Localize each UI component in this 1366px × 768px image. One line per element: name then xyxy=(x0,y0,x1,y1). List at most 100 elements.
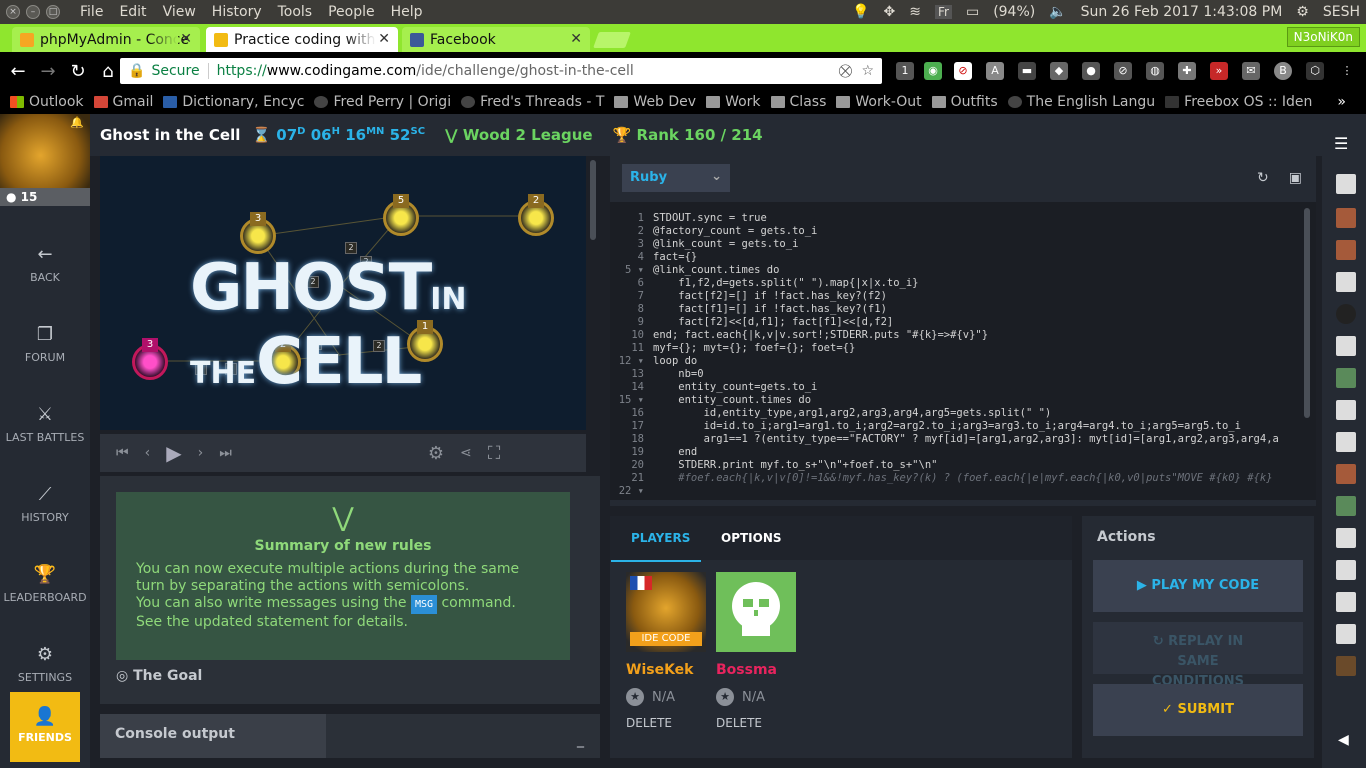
bookmark-outlook[interactable]: Outlook xyxy=(10,94,84,110)
code-line[interactable]: fact[f1]=[] if !fact.has_key?(f1) xyxy=(653,303,1308,316)
play-my-code-button[interactable]: ▶ PLAY MY CODE xyxy=(1093,560,1303,612)
bookmarks-more-icon[interactable]: » xyxy=(1337,94,1346,110)
code-line[interactable]: STDERR.print myf.to_s+"\n"+foef.to_s+"\n… xyxy=(653,459,1308,472)
friend-avatar[interactable] xyxy=(1336,272,1356,292)
bookmark-folder-workout[interactable]: Work-Out xyxy=(836,94,922,110)
friend-avatar[interactable] xyxy=(1336,464,1356,484)
goal-heading[interactable]: ◎ The Goal xyxy=(116,668,202,684)
code-area[interactable]: 1 2 3 4 5 ▾ 6 7 8 9 10 11 12 ▾ 13 14 15 ▾ 1… xyxy=(610,202,1316,500)
forward-arrow-icon[interactable]: → xyxy=(36,61,60,82)
code-line[interactable]: entity_count.times do xyxy=(653,394,1308,407)
bookmark-fredsthreads[interactable]: Fred's Threads - T xyxy=(461,94,604,110)
game-viewer[interactable]: 3 5 2 2 1 3 2 2 2 2 2 2 2 GHOSTIN THECEL… xyxy=(100,156,586,430)
browser-profile[interactable]: N3oNiK0n xyxy=(1286,27,1360,47)
code-line[interactable]: id,entity_type,arg1,arg2,arg3,arg4,arg5=… xyxy=(653,407,1308,420)
code-line[interactable]: STDOUT.sync = true xyxy=(653,212,1308,225)
code-line[interactable]: @link_count = gets.to_i xyxy=(653,238,1308,251)
player-avatar[interactable] xyxy=(716,572,796,652)
user-name[interactable]: SESH xyxy=(1323,4,1360,20)
volume-icon[interactable]: 🔈 xyxy=(1049,4,1066,20)
rank-badge[interactable]: 🏆 Rank 160 / 214 xyxy=(613,126,763,144)
settings-icon[interactable]: ⚙ xyxy=(1296,4,1309,20)
bookmark-dictionary[interactable]: Dictionary, Encyc xyxy=(163,94,304,110)
keyboard-layout-indicator[interactable]: Fr xyxy=(934,5,952,19)
maximize-editor-icon[interactable]: ▣ xyxy=(1289,170,1302,186)
replay-same-conditions-button[interactable]: ↻ REPLAY IN SAME CONDITIONS xyxy=(1093,622,1303,689)
friend-avatar[interactable] xyxy=(1336,174,1356,194)
code-line[interactable]: fact[f2]=[] if !fact.has_key?(f2) xyxy=(653,290,1308,303)
site-permissions-icon[interactable]: ⛒ xyxy=(839,64,852,79)
code-line[interactable] xyxy=(653,485,1308,498)
console-output-tab[interactable]: Console output xyxy=(100,714,326,758)
extension-puzzle-icon[interactable]: ✚ xyxy=(1178,62,1196,80)
previous-frame-icon[interactable]: ‹ xyxy=(145,445,151,461)
new-tab-button[interactable] xyxy=(593,32,631,48)
code-line[interactable]: f1,f2,d=gets.split(" ").map{|x|x.to_i} xyxy=(653,277,1308,290)
delete-player-button[interactable]: DELETE xyxy=(716,716,796,730)
collapse-sidebar-icon[interactable]: ◀ xyxy=(1338,732,1349,748)
extension-adblock-icon[interactable]: A xyxy=(986,62,1004,80)
friend-avatar[interactable] xyxy=(1336,560,1356,580)
nav-history[interactable]: ⟋ HISTORY xyxy=(0,484,90,524)
hamburger-menu-icon[interactable]: ☰ xyxy=(1334,134,1348,153)
battery-icon[interactable]: ▭ xyxy=(966,4,979,20)
menu-history[interactable]: History xyxy=(212,4,262,20)
code-line[interactable]: myf={}; myt={}; foef={}; foet={} xyxy=(653,342,1308,355)
minimize-window-icon[interactable]: – xyxy=(26,5,40,19)
code-line[interactable]: @factory_count = gets.to_i xyxy=(653,225,1308,238)
bookmark-folder-webdev[interactable]: Web Dev xyxy=(614,94,696,110)
nav-back[interactable]: ← BACK xyxy=(0,244,90,284)
nav-settings[interactable]: ⚙ SETTINGS xyxy=(0,644,90,684)
reload-icon[interactable]: ↻ xyxy=(66,61,90,82)
extension-red-icon[interactable]: » xyxy=(1210,62,1228,80)
first-frame-icon[interactable]: ⏮ xyxy=(116,445,129,461)
player-avatar[interactable]: IDE CODE xyxy=(626,572,706,652)
tab-codingame[interactable]: Practice coding with ✕ xyxy=(206,27,398,52)
friend-avatar[interactable] xyxy=(1336,496,1356,516)
league-badge[interactable]: ⋁ Wood 2 League xyxy=(445,126,593,144)
bookmark-freebox[interactable]: Freebox OS :: Iden xyxy=(1165,94,1312,110)
editor-scrollbar[interactable] xyxy=(1304,208,1310,418)
code-line[interactable]: end; fact.each{|k,v|v.sort!;STDERR.puts … xyxy=(653,329,1308,342)
extension-mail-icon[interactable]: ✉ xyxy=(1242,62,1260,80)
code-line[interactable]: @link_count.times do xyxy=(653,264,1308,277)
language-select[interactable]: Ruby ⌄ xyxy=(622,164,730,192)
bookmark-folder-class[interactable]: Class xyxy=(770,94,826,110)
share-icon[interactable]: ⋖ xyxy=(460,445,472,461)
extension-b-icon[interactable]: B xyxy=(1274,62,1292,80)
submit-button[interactable]: ✓ SUBMIT xyxy=(1093,684,1303,736)
code-line[interactable]: arg1==1 ?(entity_type=="FACTORY" ? myf[i… xyxy=(653,433,1308,446)
dropbox-icon[interactable]: ✥ xyxy=(884,4,896,20)
extension-car-icon[interactable]: ▬ xyxy=(1018,62,1036,80)
minimize-console-icon[interactable]: _ xyxy=(577,732,584,748)
left-panel-scrollbar[interactable] xyxy=(590,160,596,240)
notification-bell-icon[interactable]: 🔔 xyxy=(70,116,84,129)
friend-avatar[interactable] xyxy=(1336,400,1356,420)
menu-help[interactable]: Help xyxy=(391,4,423,20)
menu-people[interactable]: People xyxy=(328,4,375,20)
back-arrow-icon[interactable]: ← xyxy=(6,61,30,82)
friend-avatar[interactable] xyxy=(1336,432,1356,452)
friend-avatar[interactable] xyxy=(1336,528,1356,548)
extension-globe-icon[interactable]: ◍ xyxy=(1146,62,1164,80)
tab-phpmyadmin[interactable]: phpMyAdmin - Conce ✕ xyxy=(12,27,200,52)
tab-options[interactable]: OPTIONS xyxy=(721,531,782,545)
friend-avatar[interactable] xyxy=(1336,304,1356,324)
bookmark-star-icon[interactable]: ☆ xyxy=(861,63,874,79)
maximize-window-icon[interactable]: □ xyxy=(46,5,60,19)
bookmark-folder-outfits[interactable]: Outfits xyxy=(931,94,998,110)
code-line[interactable]: nb=0 xyxy=(653,368,1308,381)
code-line[interactable]: fact={} xyxy=(653,251,1308,264)
close-tab-icon[interactable]: ✕ xyxy=(570,31,582,47)
friend-avatar[interactable] xyxy=(1336,656,1356,676)
bookmark-folder-work[interactable]: Work xyxy=(706,94,761,110)
friend-avatar[interactable] xyxy=(1336,624,1356,644)
bookmark-gmail[interactable]: Gmail xyxy=(93,94,153,110)
fullscreen-icon[interactable]: ⛶ xyxy=(488,443,501,464)
user-avatar[interactable]: 🔔 ● 15 xyxy=(0,114,90,206)
friend-avatar[interactable] xyxy=(1336,336,1356,356)
home-icon[interactable]: ⌂ xyxy=(96,61,120,82)
close-tab-icon[interactable]: ✕ xyxy=(378,31,390,47)
friend-avatar[interactable] xyxy=(1336,592,1356,612)
friend-avatar[interactable] xyxy=(1336,208,1356,228)
